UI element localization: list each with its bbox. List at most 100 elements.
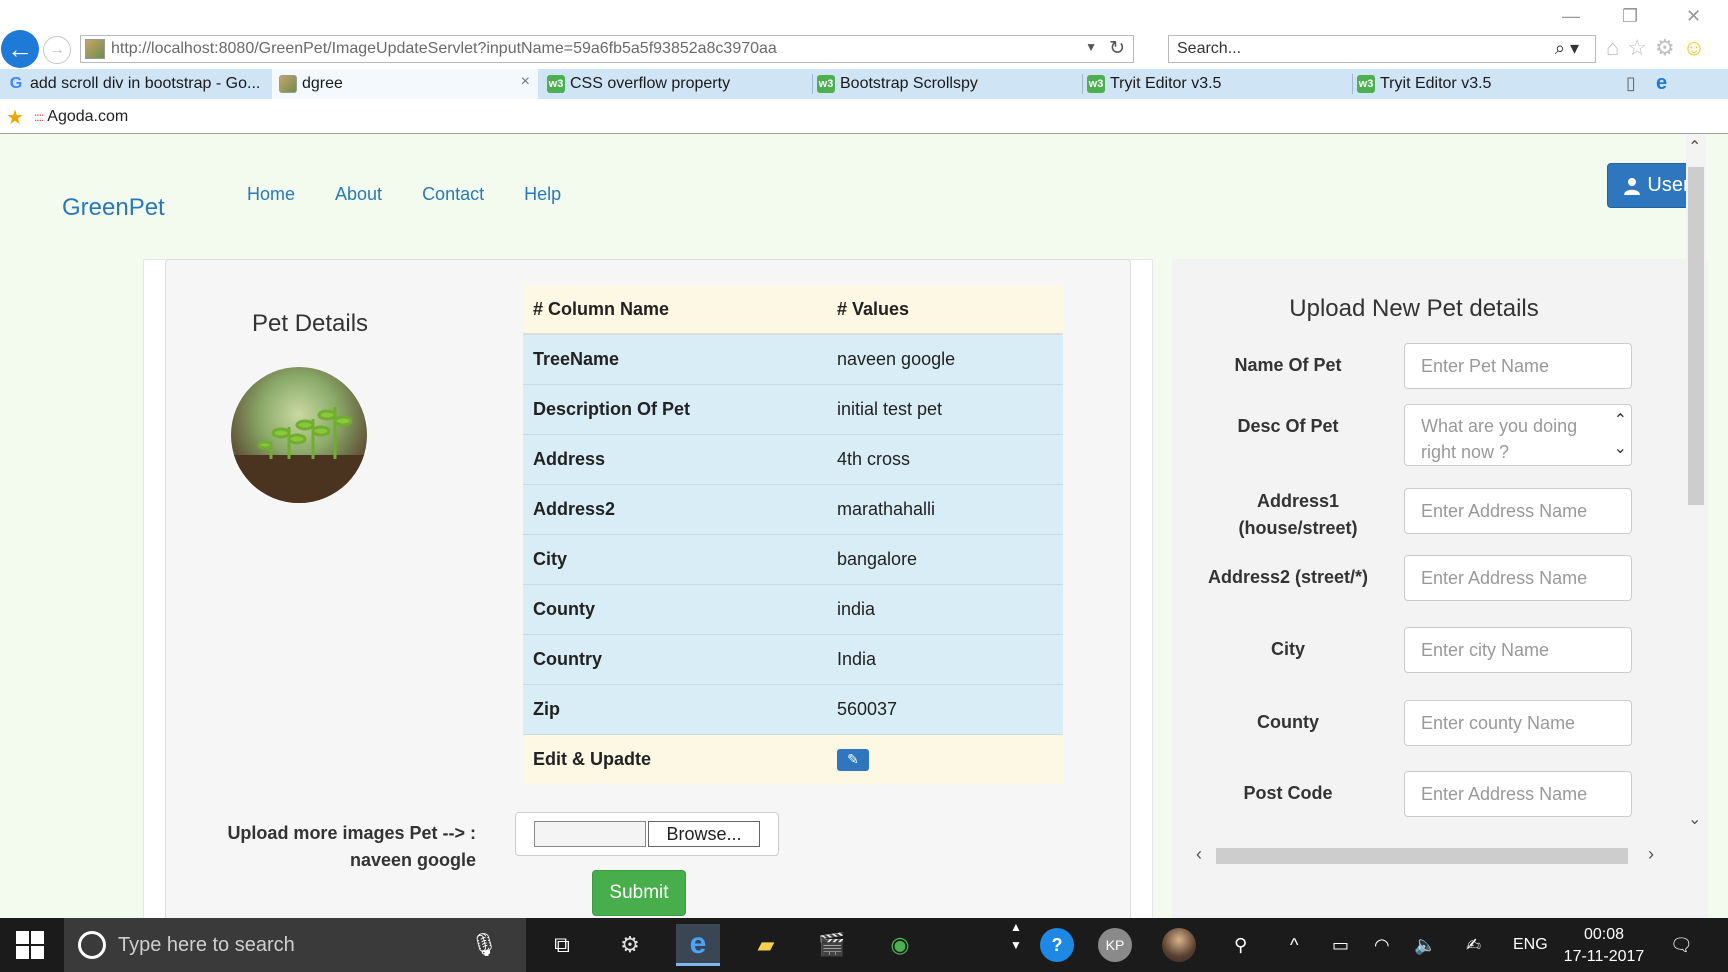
tab-label: Bootstrap Scrollspy — [840, 75, 978, 92]
people-icon[interactable]: ⚲ — [1234, 918, 1247, 972]
field-label: Address2 (street/*) — [1207, 567, 1369, 587]
favorite-agoda[interactable]: Agoda.com — [47, 108, 128, 126]
field-label: Name Of Pet — [1234, 355, 1342, 375]
horizontal-scrollbar[interactable]: ‹ › — [1172, 844, 1686, 868]
upload-form-title: Upload New Pet details — [1289, 295, 1539, 322]
help-icon[interactable]: ? — [1040, 918, 1074, 972]
pen-icon[interactable]: ✍ — [1466, 918, 1481, 972]
nav-about[interactable]: About — [335, 184, 382, 205]
edit-button[interactable]: ✎ — [837, 748, 869, 771]
scroll-down-icon[interactable]: ⌄ — [1688, 809, 1701, 829]
notifications-icon[interactable]: 🗨 — [1670, 918, 1693, 972]
chevron-up-icon[interactable]: ^ — [1290, 918, 1298, 972]
pet-image — [231, 367, 367, 503]
avatar[interactable]: KP — [1098, 918, 1132, 972]
tab-label: Tryit Editor v3.5 — [1380, 75, 1492, 92]
new-tab-icon[interactable]: ▯ — [1626, 73, 1636, 94]
vertical-scrollbar[interactable]: ⌃ ⌄ — [1686, 135, 1706, 828]
edit-label: Edit & Upadte — [523, 733, 827, 784]
table-row: Description Of Pet initial test pet — [523, 383, 1063, 434]
wifi-icon[interactable]: ◠ — [1374, 918, 1390, 972]
post-code-input[interactable]: Enter Address Name — [1404, 771, 1632, 817]
browse-button[interactable]: Browse... — [648, 821, 760, 847]
horizontal-scroll-thumb[interactable] — [1216, 848, 1628, 864]
row-key: County — [523, 583, 827, 634]
windows-start-icon[interactable] — [16, 931, 44, 959]
internet-explorer-icon[interactable]: e — [676, 924, 720, 966]
submit-button[interactable]: Submit — [592, 870, 686, 916]
city-input[interactable]: Enter city Name — [1404, 627, 1632, 673]
vertical-scroll-thumb[interactable] — [1688, 167, 1704, 505]
row-key: Description Of Pet — [523, 383, 827, 434]
favorites-star-icon[interactable]: ☆ — [1627, 35, 1647, 61]
settings-app-icon[interactable]: ⚙ — [608, 924, 652, 966]
home-icon[interactable]: ⌂ — [1606, 35, 1619, 61]
volume-icon[interactable]: 🔈 — [1414, 918, 1436, 972]
tab-dgree[interactable]: dgree × — [272, 69, 538, 99]
windows-taskbar: Type here to search 🎙 ⧉ ⚙ e ▰ 🎬 ◉ ▲ ▼ ? K… — [0, 918, 1728, 972]
restore-icon[interactable]: ❐ — [1622, 6, 1638, 27]
cortana-icon[interactable] — [78, 931, 106, 959]
county-input[interactable]: Enter county Name — [1404, 700, 1632, 746]
clock-time: 00:08 — [1583, 926, 1625, 943]
overflow-scroll-icon[interactable]: ▲ ▼ — [1010, 918, 1022, 972]
scroll-up-icon[interactable]: ⌃ — [1688, 137, 1701, 157]
tab-label: dgree — [302, 75, 343, 92]
back-button[interactable]: ← — [1, 30, 39, 68]
task-view-icon[interactable]: ⧉ — [540, 924, 584, 966]
dropdown-arrow-icon[interactable]: ▼ — [1085, 40, 1097, 54]
field-label: County — [1257, 712, 1319, 732]
minimize-icon[interactable]: — — [1562, 6, 1580, 27]
close-tab-icon[interactable]: × — [521, 73, 530, 91]
tab-tryit-1[interactable]: w3 Tryit Editor v3.5 — [1080, 69, 1350, 99]
file-path-input[interactable] — [534, 821, 646, 847]
address-url: http://localhost:8080/GreenPet/ImageUpda… — [111, 40, 777, 57]
nav-home[interactable]: Home — [247, 184, 295, 205]
language-indicator[interactable]: ENG — [1513, 918, 1548, 972]
nav-contact[interactable]: Contact — [422, 184, 484, 205]
clock-date: 17-11-2017 — [1563, 948, 1645, 965]
tab-tryit-2[interactable]: w3 Tryit Editor v3.5 — [1350, 69, 1620, 99]
gear-icon[interactable]: ⚙ — [1655, 35, 1675, 61]
pet-details-heading: Pet Details — [252, 310, 369, 337]
address-bar[interactable]: http://localhost:8080/GreenPet/ImageUpda… — [80, 35, 1134, 63]
battery-icon[interactable]: ▭ — [1332, 918, 1349, 972]
pencil-icon: ✎ — [847, 751, 859, 767]
tab-css-overflow[interactable]: w3 CSS overflow property — [540, 69, 810, 99]
smiley-icon[interactable]: ☺ — [1683, 35, 1705, 61]
textarea-scroll-icon[interactable]: ⌃ ⌄ — [1614, 407, 1627, 463]
eclipse-app-icon[interactable]: ◉ — [878, 924, 922, 966]
address2-input[interactable]: Enter Address Name — [1404, 555, 1632, 601]
row-value: bangalore — [827, 533, 1063, 584]
favorites-star-icon[interactable]: ★ — [6, 105, 24, 130]
search-icon[interactable]: ⌕ ▾ — [1555, 38, 1579, 59]
microphone-icon[interactable]: 🎙 — [470, 932, 498, 958]
column-header: # Column Name — [523, 286, 827, 335]
taskbar-search-box[interactable]: Type here to search 🎙 — [64, 918, 526, 972]
refresh-icon[interactable]: ↻ — [1109, 37, 1125, 60]
ie-icon[interactable]: e — [1656, 72, 1667, 95]
table-row: Address 4th cross — [523, 433, 1063, 484]
forward-button[interactable]: → — [43, 36, 71, 64]
tab-google[interactable]: G add scroll div in bootstrap - Go... — [0, 69, 270, 99]
address1-input[interactable]: Enter Address Name — [1404, 488, 1632, 534]
table-row: Country India — [523, 633, 1063, 684]
close-window-icon[interactable]: ✕ — [1686, 6, 1701, 27]
movie-maker-icon[interactable]: 🎬 — [810, 924, 854, 966]
browser-search-box[interactable]: Search... ⌕ ▾ — [1168, 35, 1596, 63]
browser-chrome: — ❐ ✕ ← → http://localhost:8080/GreenPet… — [0, 0, 1728, 134]
pet-desc-textarea[interactable]: What are you doing right now ? ⌃ ⌄ — [1404, 404, 1632, 466]
scroll-left-icon[interactable]: ‹ — [1196, 844, 1202, 865]
tab-strip: G add scroll div in bootstrap - Go... dg… — [0, 69, 1728, 99]
brand-logo[interactable]: GreenPet — [62, 194, 165, 222]
pet-desc-placeholder: What are you doing right now ? — [1421, 416, 1578, 462]
pet-name-input[interactable]: Enter Pet Name — [1404, 343, 1632, 389]
scroll-right-icon[interactable]: › — [1648, 844, 1654, 865]
system-clock[interactable]: 00:08 17-11-2017 — [1562, 924, 1646, 968]
nav-help[interactable]: Help — [524, 184, 561, 205]
field-label: Post Code — [1243, 783, 1333, 803]
tab-bootstrap-scrollspy[interactable]: w3 Bootstrap Scrollspy — [810, 69, 1080, 99]
row-key: Address2 — [523, 483, 827, 534]
user-photo-avatar[interactable] — [1162, 918, 1196, 972]
sticky-notes-icon[interactable]: ▰ — [744, 924, 788, 966]
